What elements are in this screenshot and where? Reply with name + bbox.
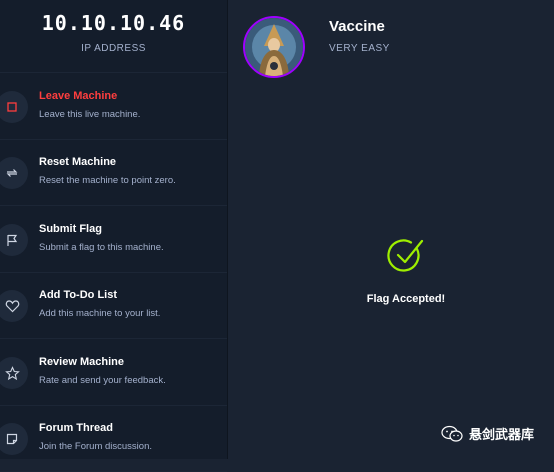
machine-name: Vaccine — [329, 18, 385, 35]
reset-machine-desc: Reset the machine to point zero. — [39, 175, 176, 186]
review-machine-title: Review Machine — [39, 356, 124, 368]
heart-icon — [0, 290, 28, 322]
refresh-icon — [0, 157, 28, 189]
star-icon — [0, 357, 28, 389]
flag-accepted-message: Flag Accepted! — [366, 293, 446, 305]
note-icon — [0, 423, 28, 455]
sidebar: 10.10.10.46 IP ADDRESS Leave Machine Lea… — [0, 0, 228, 472]
ip-block: 10.10.10.46 IP ADDRESS — [0, 0, 227, 73]
wechat-icon — [441, 425, 463, 442]
leave-machine-button[interactable]: Leave Machine Leave this live machine. — [0, 73, 227, 140]
reset-machine-title: Reset Machine — [39, 156, 117, 168]
ip-address: 10.10.10.46 — [41, 11, 186, 35]
forum-thread-button[interactable]: Forum Thread Join the Forum discussion. — [0, 405, 227, 472]
submit-flag-title: Submit Flag — [39, 223, 102, 235]
add-todo-button[interactable]: Add To-Do List Add this machine to your … — [0, 272, 227, 339]
review-machine-button[interactable]: Review Machine Rate and send your feedba… — [0, 339, 227, 406]
square-stop-icon — [0, 91, 28, 123]
submit-flag-button[interactable]: Submit Flag Submit a flag to this machin… — [0, 206, 227, 273]
leave-machine-title: Leave Machine — [39, 90, 118, 102]
reset-machine-button[interactable]: Reset Machine Reset the machine to point… — [0, 139, 227, 206]
watermark-text: 悬剑武器库 — [469, 427, 535, 442]
flag-icon — [0, 224, 28, 256]
add-todo-desc: Add this machine to your list. — [39, 308, 161, 319]
ip-address-label: IP ADDRESS — [81, 43, 146, 54]
review-machine-desc: Rate and send your feedback. — [39, 375, 166, 386]
main-panel: Vaccine VERY EASY Flag Accepted! — [228, 0, 554, 459]
leave-machine-desc: Leave this live machine. — [39, 109, 141, 120]
watermark: 悬剑武器库 — [441, 424, 534, 443]
forum-thread-title: Forum Thread — [39, 422, 113, 434]
add-todo-title: Add To-Do List — [39, 289, 117, 301]
submit-flag-desc: Submit a flag to this machine. — [39, 242, 164, 253]
difficulty-label: VERY EASY — [329, 43, 390, 54]
checkmark-icon — [387, 239, 424, 272]
forum-thread-desc: Join the Forum discussion. — [39, 441, 152, 452]
machine-avatar — [243, 16, 305, 78]
